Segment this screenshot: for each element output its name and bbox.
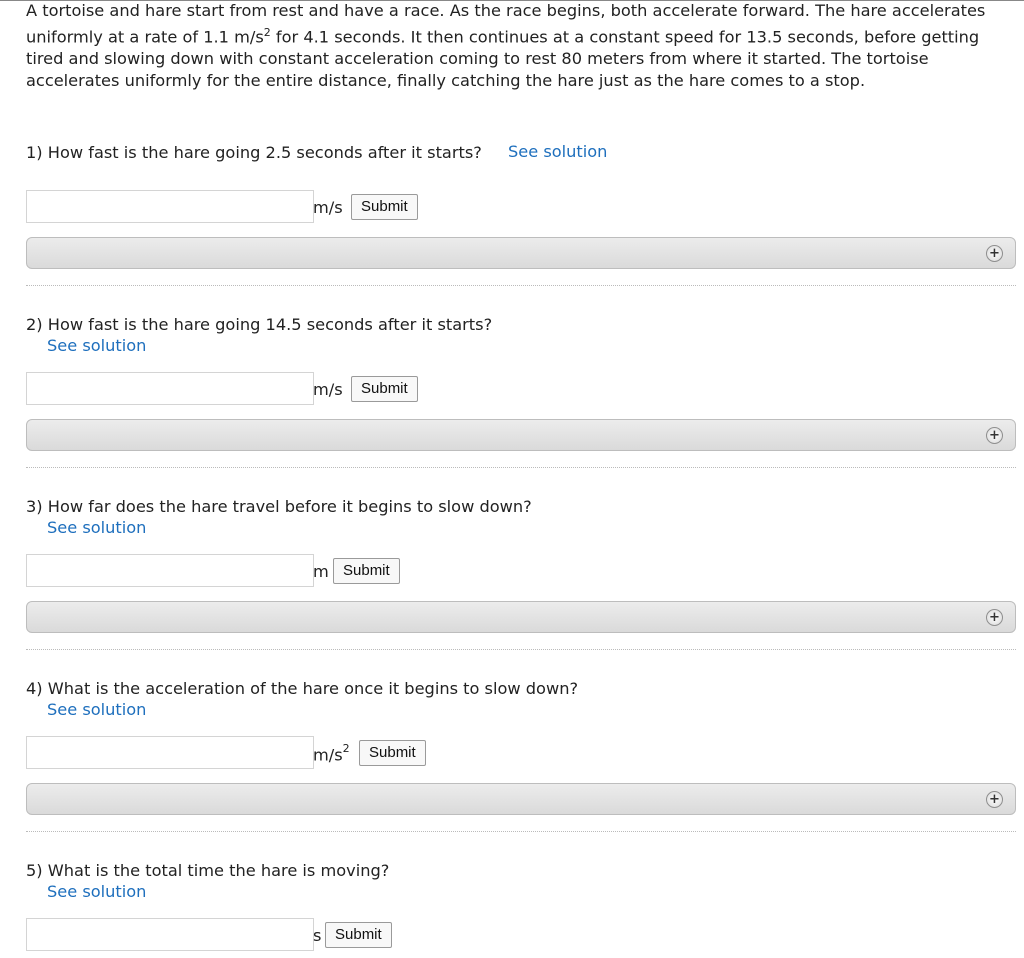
see-solution-link-1[interactable]: See solution <box>508 142 607 161</box>
question-1: 1) How fast is the hare going 2.5 second… <box>26 142 482 163</box>
answer-input-5[interactable] <box>26 918 314 951</box>
plus-circle-icon[interactable]: + <box>986 791 1003 808</box>
problem-statement: A tortoise and hare start from rest and … <box>26 0 1001 92</box>
unit-label-3: m <box>313 562 329 581</box>
divider-3 <box>26 649 1016 650</box>
divider-1 <box>26 285 1016 286</box>
unit-label-2: m/s <box>313 380 343 399</box>
unit-superscript-4: 2 <box>342 742 350 755</box>
answer-input-3[interactable] <box>26 554 314 587</box>
submit-button-5[interactable]: Submit <box>325 922 392 948</box>
question-3-number: 3) <box>26 497 43 516</box>
question-5-text: What is the total time the hare is movin… <box>47 861 390 880</box>
question-5: 5) What is the total time the hare is mo… <box>26 860 389 902</box>
submit-button-1[interactable]: Submit <box>351 194 418 220</box>
question-1-text: How fast is the hare going 2.5 seconds a… <box>47 143 482 162</box>
plus-circle-icon[interactable]: + <box>986 245 1003 262</box>
answer-input-4[interactable] <box>26 736 314 769</box>
unit-label-1: m/s <box>313 198 343 217</box>
question-5-number: 5) <box>26 861 43 880</box>
submit-button-2[interactable]: Submit <box>351 376 418 402</box>
submit-button-3[interactable]: Submit <box>333 558 400 584</box>
answer-input-2[interactable] <box>26 372 314 405</box>
question-2: 2) How fast is the hare going 14.5 secon… <box>26 314 492 356</box>
feedback-bar-1[interactable]: + <box>26 237 1016 269</box>
feedback-bar-4[interactable]: + <box>26 783 1016 815</box>
question-3-text: How far does the hare travel before it b… <box>47 497 532 516</box>
answer-input-1[interactable] <box>26 190 314 223</box>
unit-label-5: s <box>313 926 322 945</box>
question-4: 4) What is the acceleration of the hare … <box>26 678 578 720</box>
plus-circle-icon[interactable]: + <box>986 427 1003 444</box>
divider-4 <box>26 831 1016 832</box>
question-1-number: 1) <box>26 143 43 162</box>
see-solution-link-2[interactable]: See solution <box>26 335 492 356</box>
feedback-bar-2[interactable]: + <box>26 419 1016 451</box>
problem-superscript: 2 <box>263 26 271 39</box>
feedback-bar-3[interactable]: + <box>26 601 1016 633</box>
question-3: 3) How far does the hare travel before i… <box>26 496 532 538</box>
unit-label-4: m/s2 <box>313 742 350 765</box>
plus-circle-icon[interactable]: + <box>986 609 1003 626</box>
see-solution-link-5[interactable]: See solution <box>26 881 389 902</box>
see-solution-link-3[interactable]: See solution <box>26 517 532 538</box>
see-solution-link-4[interactable]: See solution <box>26 699 578 720</box>
question-2-text: How fast is the hare going 14.5 seconds … <box>47 315 493 334</box>
divider-2 <box>26 467 1016 468</box>
question-2-number: 2) <box>26 315 43 334</box>
question-4-text: What is the acceleration of the hare onc… <box>47 679 579 698</box>
submit-button-4[interactable]: Submit <box>359 740 426 766</box>
question-4-number: 4) <box>26 679 43 698</box>
